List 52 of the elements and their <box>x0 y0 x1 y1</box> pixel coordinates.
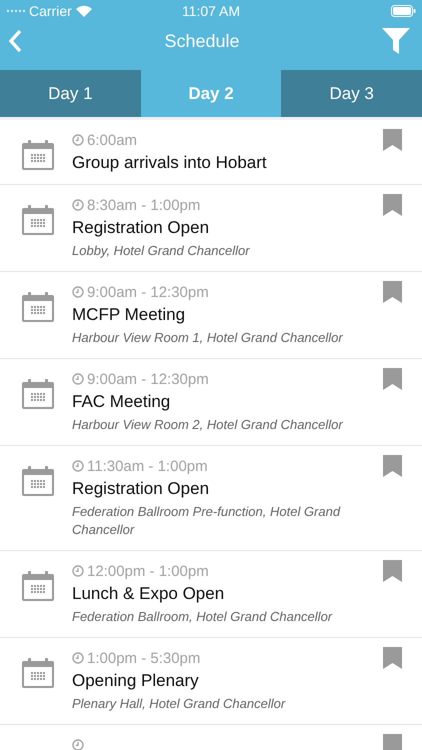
session-title: Registration Open <box>72 478 210 500</box>
session-title: FAC Meeting <box>72 391 172 413</box>
session-time: 11:30am - 1:00pm <box>87 458 208 474</box>
bookmark-icon[interactable] <box>383 455 402 477</box>
session-location: Harbour View Room 2, Hotel Grand Chancellor <box>72 416 344 434</box>
bookmark-icon[interactable] <box>383 129 402 151</box>
filter-icon[interactable] <box>382 28 410 54</box>
session-title: Opening Plenary <box>72 670 200 692</box>
clock-icon <box>72 134 84 146</box>
session-location: Federation Ballroom, Hotel Grand Chancellor <box>72 608 334 626</box>
session-title: Group arrivals into Hobart <box>72 152 268 174</box>
bookmark-icon[interactable] <box>383 647 402 669</box>
session-location: Federation Ballroom Pre-function, Hotel Grand Chancellor <box>72 503 342 539</box>
day-tab[interactable]: Day 3 <box>281 70 422 117</box>
session-time: 6:00am <box>87 132 138 148</box>
session-time: 9:00am - 12:30pm <box>87 284 209 300</box>
session-location: Plenary Hall, Hotel Grand Chancellor <box>72 695 286 713</box>
calendar-icon <box>22 658 54 688</box>
screen-title: Schedule <box>164 30 240 52</box>
session-title: Registration Open <box>72 217 210 239</box>
bookmark-icon[interactable] <box>383 194 402 216</box>
day-tab[interactable]: Day 1 <box>0 70 141 117</box>
calendar-icon <box>22 571 54 601</box>
session-time: 12:00pm - 1:00pm <box>87 562 209 580</box>
calendar-icon <box>22 205 54 235</box>
clock-icon <box>72 199 84 211</box>
session-time: 9:00am - 12:30pm <box>87 370 209 388</box>
back-icon[interactable] <box>8 29 22 53</box>
bookmark-icon[interactable] <box>383 560 402 582</box>
bookmark-icon[interactable] <box>383 368 402 390</box>
calendar-icon <box>22 140 54 170</box>
clock-icon <box>72 373 84 385</box>
clock-icon <box>72 652 84 664</box>
carrier-name: Carrier <box>29 3 72 19</box>
bookmark-icon[interactable] <box>383 281 402 303</box>
session-title: Lunch & Expo Open <box>72 583 226 605</box>
session-time: 1:00pm - 5:30pm <box>87 650 200 666</box>
calendar-icon <box>22 466 54 496</box>
session-location: Lobby, Hotel Grand Chancellor <box>72 242 251 260</box>
battery-icon <box>391 5 416 17</box>
session-location: Harbour View Room 1, Hotel Grand Chancellor <box>72 329 344 347</box>
session-time: 8:30am - 1:00pm <box>87 196 200 214</box>
clock-icon <box>72 739 84 750</box>
clock-icon <box>72 286 84 298</box>
wifi-icon <box>76 5 92 17</box>
clock-time: 11:07 AM <box>182 3 240 19</box>
signal-icon <box>6 9 26 13</box>
calendar-icon <box>22 292 54 322</box>
calendar-icon <box>22 379 54 409</box>
clock-icon <box>72 460 84 472</box>
session-title: MCFP Meeting <box>72 304 186 326</box>
clock-icon <box>72 565 84 577</box>
